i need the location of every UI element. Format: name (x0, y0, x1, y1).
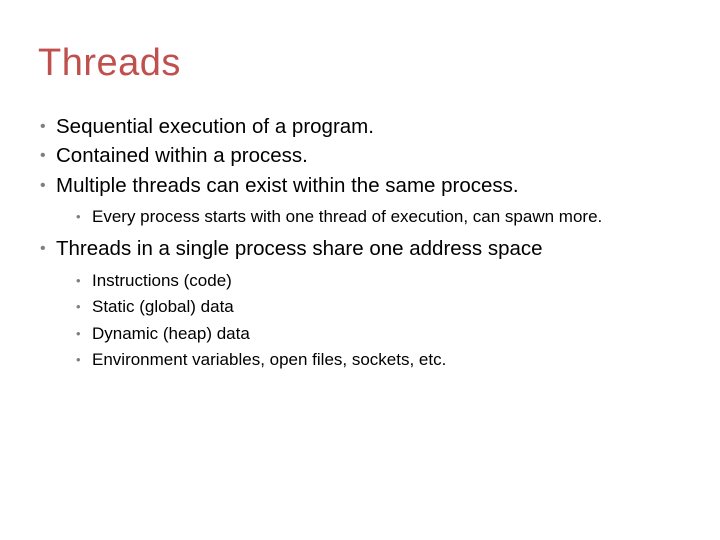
slide: Threads Sequential execution of a progra… (0, 0, 720, 540)
sub-bullet-list: Every process starts with one thread of … (56, 204, 682, 230)
bullet-item: Contained within a process. (38, 142, 682, 170)
sub-bullet-item: Instructions (code) (74, 268, 682, 294)
bullet-text: Threads in a single process share one ad… (56, 237, 543, 260)
sub-bullet-item: Dynamic (heap) data (74, 321, 682, 347)
sub-bullet-list: Instructions (code) Static (global) data… (56, 268, 682, 373)
sub-bullet-item: Environment variables, open files, socke… (74, 347, 682, 373)
slide-title: Threads (38, 42, 682, 85)
bullet-item: Threads in a single process share one ad… (38, 235, 682, 372)
bullet-item: Sequential execution of a program. (38, 113, 682, 141)
bullet-item: Multiple threads can exist within the sa… (38, 172, 682, 230)
bullet-text: Multiple threads can exist within the sa… (56, 174, 519, 197)
sub-bullet-item: Every process starts with one thread of … (74, 204, 682, 230)
sub-bullet-item: Static (global) data (74, 294, 682, 320)
bullet-list: Sequential execution of a program. Conta… (38, 113, 682, 373)
